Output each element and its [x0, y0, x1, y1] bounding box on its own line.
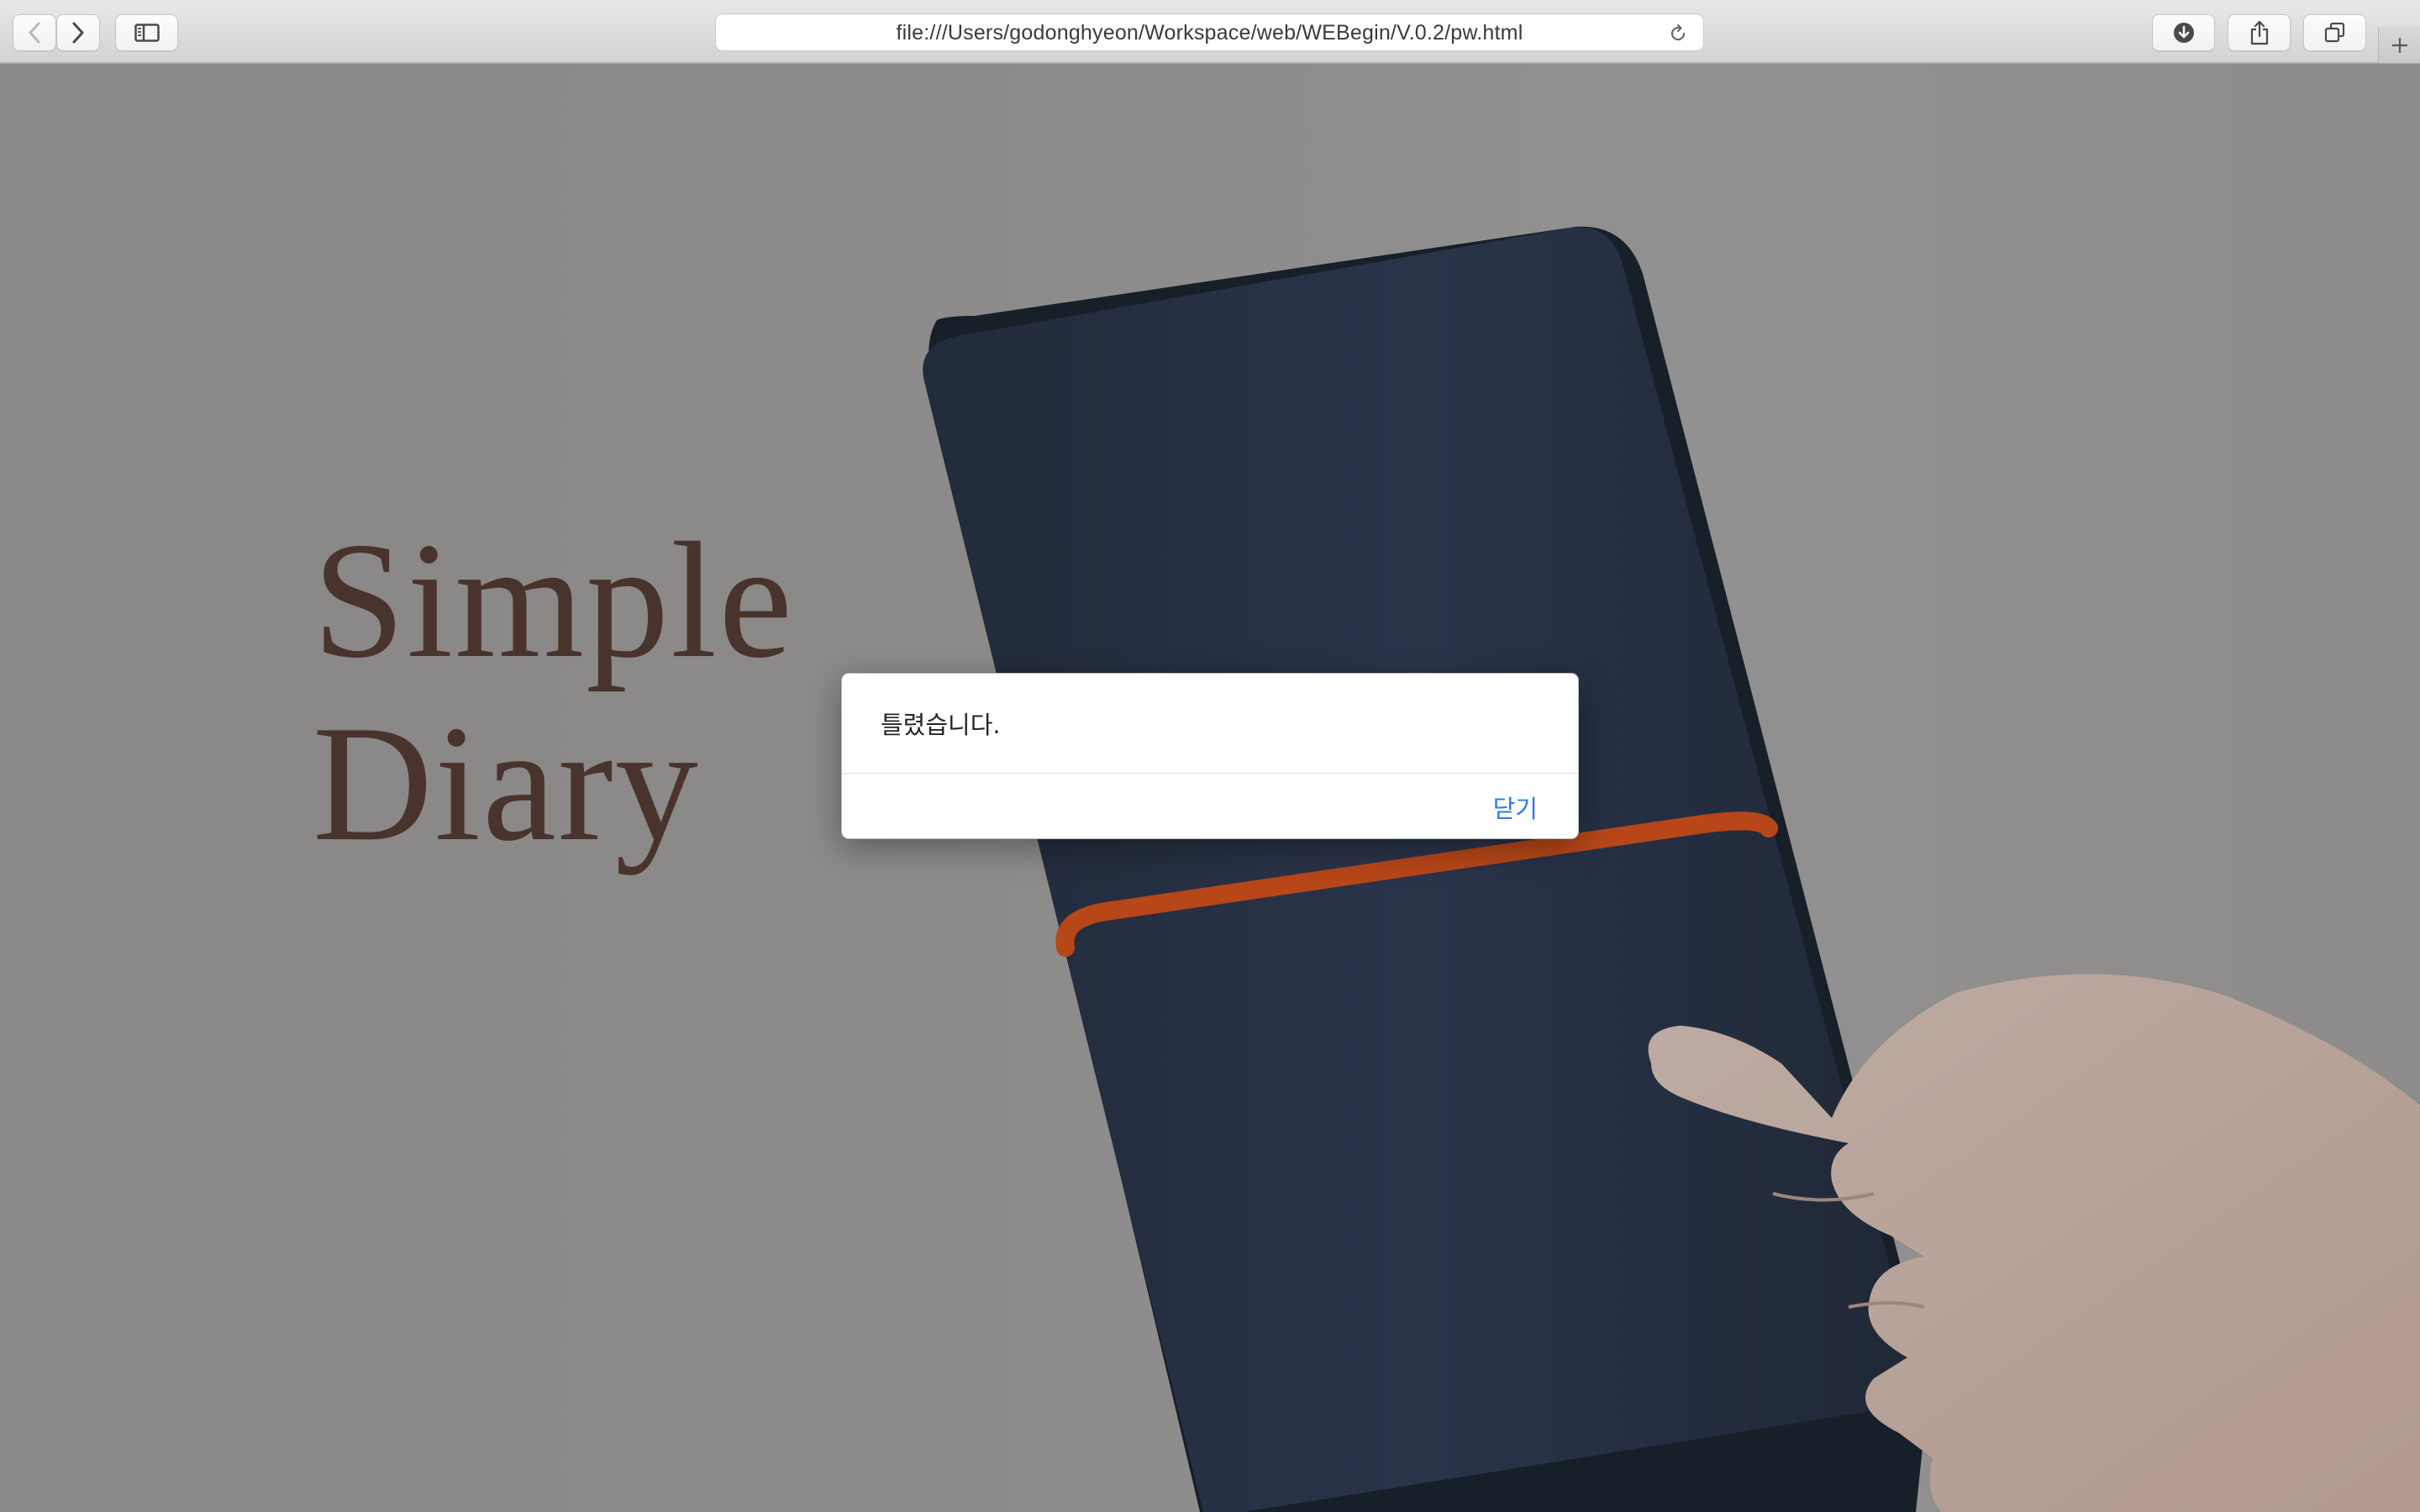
back-button[interactable] — [13, 14, 56, 51]
dialog-divider — [842, 773, 1578, 774]
plus-icon — [2391, 37, 2407, 53]
chevron-right-icon — [72, 22, 84, 44]
share-button[interactable] — [2228, 14, 2291, 51]
url-text[interactable]: file:///Users/godonghyeon/Workspace/web/… — [716, 14, 1703, 52]
new-tab-button[interactable] — [2378, 27, 2420, 63]
browser-toolbar: file:///Users/godonghyeon/Workspace/web/… — [0, 0, 2420, 63]
tabs-icon — [2324, 22, 2344, 43]
alert-message: 틀렸습니다. — [881, 711, 1001, 739]
forward-button[interactable] — [56, 14, 100, 51]
reload-icon[interactable] — [1668, 24, 1688, 44]
chevron-left-icon — [29, 22, 40, 44]
close-button[interactable]: 닫기 — [1493, 790, 1538, 825]
alert-dialog: 틀렸습니다. 닫기 — [841, 673, 1579, 839]
address-bar[interactable]: file:///Users/godonghyeon/Workspace/web/… — [715, 13, 1704, 51]
downloads-button[interactable] — [2152, 14, 2215, 51]
tabs-button[interactable] — [2303, 14, 2366, 51]
download-icon — [2173, 23, 2194, 43]
sidebar-button[interactable] — [115, 14, 178, 51]
sidebar-icon — [134, 24, 160, 42]
share-icon — [2250, 20, 2268, 45]
